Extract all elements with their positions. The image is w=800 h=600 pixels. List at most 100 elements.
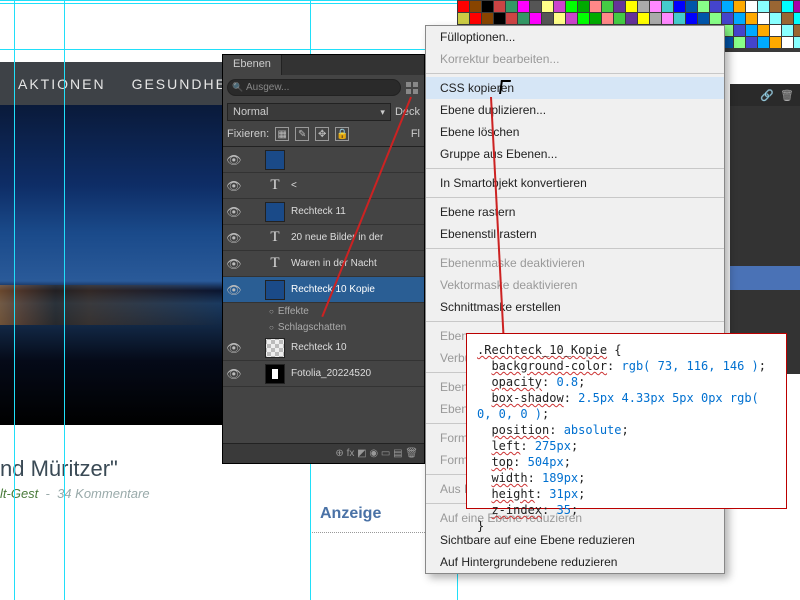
toolbar-row[interactable]: 🔗🗑 <box>730 84 800 106</box>
swatch[interactable] <box>650 13 661 24</box>
swatch[interactable] <box>530 13 541 24</box>
menu-item[interactable]: Sichtbare auf eine Ebene reduzieren <box>426 529 724 551</box>
swatch[interactable] <box>722 13 733 24</box>
swatch[interactable] <box>506 1 517 12</box>
lock-brush-icon[interactable]: ✎ <box>295 127 309 141</box>
swatch[interactable] <box>638 1 649 12</box>
swatch[interactable] <box>470 1 481 12</box>
swatch[interactable] <box>686 1 697 12</box>
swatch[interactable] <box>746 13 757 24</box>
swatch[interactable] <box>530 1 541 12</box>
lock-all-icon[interactable]: 🔒 <box>335 127 349 141</box>
menu-item[interactable]: Gruppe aus Ebenen... <box>426 143 724 165</box>
swatch[interactable] <box>782 1 793 12</box>
lock-transparent-icon[interactable]: ▦ <box>275 127 289 141</box>
swatch[interactable] <box>734 13 745 24</box>
menu-item[interactable]: Schnittmaske erstellen <box>426 296 724 318</box>
swatch[interactable] <box>782 25 793 36</box>
swatch[interactable] <box>494 13 505 24</box>
visibility-eye-icon[interactable]: 👁 <box>223 179 245 193</box>
swatch[interactable] <box>518 13 529 24</box>
swatch[interactable] <box>746 25 757 36</box>
swatch[interactable] <box>770 37 781 48</box>
visibility-eye-icon[interactable]: 👁 <box>223 341 245 355</box>
lock-move-icon[interactable]: ✥ <box>315 127 329 141</box>
swatch[interactable] <box>650 1 661 12</box>
swatch[interactable] <box>698 13 709 24</box>
menu-item[interactable]: In Smartobjekt konvertieren <box>426 172 724 194</box>
layer-row[interactable]: 👁Rechteck 10 <box>223 335 424 361</box>
panel-footer[interactable]: ⊕ fx ◩ ◉ ▭ ▤ 🗑 <box>223 443 424 463</box>
visibility-eye-icon[interactable]: 👁 <box>223 367 245 381</box>
layer-row[interactable]: 👁Rechteck 10 Kopie <box>223 277 424 303</box>
visibility-eye-icon[interactable]: 👁 <box>223 205 245 219</box>
swatch[interactable] <box>674 1 685 12</box>
swatch[interactable] <box>626 13 637 24</box>
swatch[interactable] <box>758 25 769 36</box>
swatch[interactable] <box>470 13 481 24</box>
swatch[interactable] <box>482 1 493 12</box>
layer-row[interactable]: 👁Rechteck 11 <box>223 199 424 225</box>
swatch[interactable] <box>674 13 685 24</box>
swatch[interactable] <box>782 37 793 48</box>
swatch[interactable] <box>686 13 697 24</box>
menu-item[interactable]: Ebene löschen <box>426 121 724 143</box>
swatch[interactable] <box>770 13 781 24</box>
swatch[interactable] <box>758 1 769 12</box>
menu-item[interactable]: Ebene duplizieren... <box>426 99 724 121</box>
swatch[interactable] <box>794 13 800 24</box>
visibility-eye-icon[interactable]: 👁 <box>223 231 245 245</box>
swatch[interactable] <box>662 13 673 24</box>
swatch[interactable] <box>770 1 781 12</box>
visibility-eye-icon[interactable]: 👁 <box>223 283 245 297</box>
swatch[interactable] <box>782 13 793 24</box>
swatch[interactable] <box>626 1 637 12</box>
swatch[interactable] <box>590 1 601 12</box>
filter-grid-icon[interactable] <box>404 80 420 96</box>
menu-item[interactable]: CSS kopieren <box>426 77 724 99</box>
layer-row[interactable]: 👁TWaren in der Nacht <box>223 251 424 277</box>
swatch[interactable] <box>566 13 577 24</box>
swatch[interactable] <box>542 13 553 24</box>
visibility-eye-icon[interactable]: 👁 <box>223 153 245 167</box>
swatch[interactable] <box>794 1 800 12</box>
swatch[interactable] <box>734 37 745 48</box>
swatch[interactable] <box>734 25 745 36</box>
nav-item[interactable]: AKTIONEN <box>18 76 106 92</box>
menu-item[interactable]: Fülloptionen... <box>426 26 724 48</box>
layer-search-input[interactable]: Ausgew... <box>227 79 401 96</box>
swatch[interactable] <box>602 13 613 24</box>
swatch[interactable] <box>542 1 553 12</box>
swatch[interactable] <box>590 13 601 24</box>
swatch[interactable] <box>710 13 721 24</box>
swatch[interactable] <box>494 1 505 12</box>
visibility-eye-icon[interactable]: 👁 <box>223 257 245 271</box>
swatch[interactable] <box>578 1 589 12</box>
swatch[interactable] <box>722 1 733 12</box>
swatch[interactable] <box>770 25 781 36</box>
menu-item[interactable]: Ebenenstil rastern <box>426 223 724 245</box>
swatch[interactable] <box>794 37 800 48</box>
swatch[interactable] <box>518 1 529 12</box>
swatch[interactable] <box>698 1 709 12</box>
swatch[interactable] <box>554 1 565 12</box>
swatch[interactable] <box>578 13 589 24</box>
swatch[interactable] <box>554 13 565 24</box>
swatch[interactable] <box>458 1 469 12</box>
swatch[interactable] <box>758 13 769 24</box>
swatch[interactable] <box>746 37 757 48</box>
swatch[interactable] <box>566 1 577 12</box>
layer-row[interactable]: 👁Fotolia_20224520 <box>223 361 424 387</box>
swatch[interactable] <box>794 25 800 36</box>
swatch[interactable] <box>602 1 613 12</box>
swatch[interactable] <box>638 13 649 24</box>
swatch[interactable] <box>614 13 625 24</box>
swatch[interactable] <box>710 1 721 12</box>
swatch[interactable] <box>482 13 493 24</box>
tab-ebenen[interactable]: Ebenen <box>223 55 282 75</box>
menu-item[interactable]: Auf Hintergrundebene reduzieren <box>426 551 724 573</box>
layer-effect[interactable]: Schlagschatten <box>223 319 424 335</box>
swatch[interactable] <box>506 13 517 24</box>
swatch[interactable] <box>758 37 769 48</box>
swatch[interactable] <box>734 1 745 12</box>
